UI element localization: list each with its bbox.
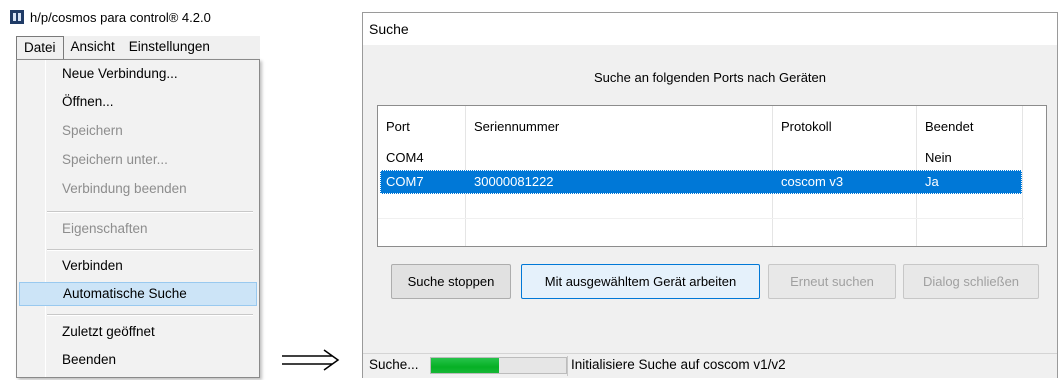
menu-item-connect[interactable]: Verbinden (47, 254, 253, 278)
table-cell-serial[interactable] (466, 146, 772, 170)
progress-bar (430, 357, 567, 374)
column-header-protocol[interactable]: Protokoll (773, 115, 916, 139)
row-divider (378, 218, 1024, 219)
table-cell-done[interactable]: Ja (917, 170, 1022, 194)
status-separator (567, 356, 568, 376)
app-title: h/p/cosmos para control® 4.2.0 (30, 9, 211, 25)
menu-item-new-connection[interactable]: Neue Verbindung... (47, 62, 253, 86)
ports-table: Port Seriennummer Protokoll Beendet COM4… (377, 105, 1047, 247)
menu-ansicht[interactable]: Ansicht (64, 36, 122, 60)
column-header-done[interactable]: Beendet (917, 115, 1022, 139)
search-again-button[interactable]: Erneut suchen (768, 264, 896, 299)
menu-item-properties[interactable]: Eigenschaften (47, 217, 253, 241)
menu-item-save[interactable]: Speichern (47, 119, 253, 143)
menu-item-save-as[interactable]: Speichern unter... (47, 148, 253, 172)
close-dialog-button[interactable]: Dialog schließen (903, 264, 1039, 299)
menu-datei[interactable]: Datei (16, 36, 64, 61)
menu-separator (47, 249, 253, 251)
table-cell-port[interactable]: COM7 (378, 170, 465, 194)
status-message: Initialisiere Suche auf coscom v1/v2 (571, 357, 786, 372)
table-cell-done[interactable]: Nein (917, 146, 1022, 170)
table-cell-protocol[interactable] (773, 146, 916, 170)
menu-item-auto-search[interactable]: Automatische Suche (19, 282, 257, 306)
menu-separator (47, 314, 253, 316)
menu-item-exit[interactable]: Beenden (47, 348, 253, 372)
menubar: Datei Ansicht Einstellungen (16, 36, 260, 61)
table-cell-port[interactable]: COM4 (378, 146, 465, 170)
status-label: Suche... (369, 357, 419, 372)
app-title-bar: h/p/cosmos para control® 4.2.0 (10, 5, 211, 29)
table-cell-serial[interactable]: 30000081222 (466, 170, 772, 194)
dialog-heading: Suche an folgenden Ports nach Geräten (594, 70, 826, 85)
menu-einstellungen[interactable]: Einstellungen (122, 36, 217, 60)
column-header-port[interactable]: Port (378, 115, 465, 139)
menu-item-end-connection[interactable]: Verbindung beenden (47, 177, 253, 201)
stop-search-button[interactable]: Suche stoppen (391, 264, 511, 299)
long-right-arrow-icon (282, 349, 340, 371)
menu-item-open[interactable]: Öffnen... (47, 90, 253, 114)
status-bar: Suche... Initialisiere Suche auf coscom … (363, 353, 1057, 378)
file-menu-dropdown: Neue Verbindung... Öffnen... Speichern S… (16, 59, 260, 378)
menu-icon-gutter (17, 60, 46, 377)
menu-separator (47, 211, 253, 213)
work-with-device-button[interactable]: Mit ausgewähltem Gerät arbeiten (521, 264, 760, 299)
menu-item-recent[interactable]: Zuletzt geöffnet (47, 320, 253, 344)
table-cell-protocol[interactable]: coscom v3 (773, 170, 916, 194)
dialog-title: Suche (363, 13, 1057, 45)
column-divider (1022, 106, 1023, 246)
column-header-serial[interactable]: Seriennummer (466, 115, 772, 139)
app-logo-icon (10, 10, 24, 24)
search-dialog: Suche Suche an folgenden Ports nach Gerä… (362, 12, 1058, 378)
progress-fill (431, 358, 499, 373)
